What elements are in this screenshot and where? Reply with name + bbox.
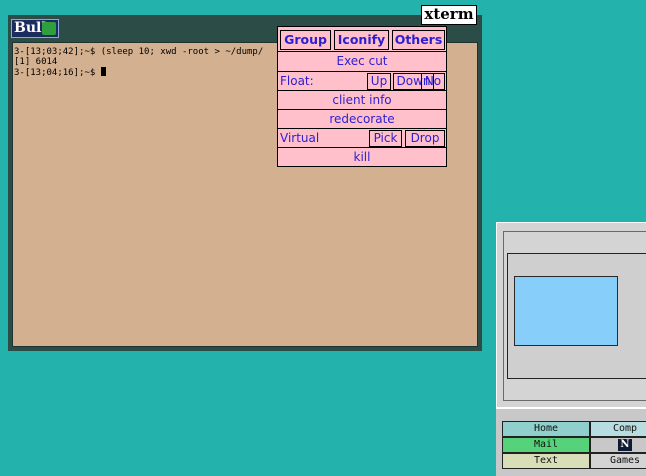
launcher-panel: Home Comp Mail N Text Games xyxy=(496,408,646,476)
comp-button[interactable]: Comp xyxy=(590,421,646,437)
window-title-label[interactable]: xterm xyxy=(421,5,477,25)
virtual-desktop-pager[interactable] xyxy=(496,222,646,408)
pager-desktop[interactable] xyxy=(507,253,646,379)
virtual-label: Virtual xyxy=(280,131,320,145)
terminal-prompt: 3-[13;04;16];~$ xyxy=(14,68,101,78)
netscape-icon: N xyxy=(618,439,632,451)
redecorate-item[interactable]: redecorate xyxy=(278,109,446,128)
client-info-label: client info xyxy=(332,93,392,107)
kill-label: kill xyxy=(353,150,371,164)
netscape-button[interactable]: N xyxy=(590,437,646,453)
bull-logo: Bull xyxy=(11,19,59,38)
iconify-button[interactable]: Iconify xyxy=(334,30,389,50)
group-button[interactable]: Group xyxy=(280,30,331,50)
float-label: Float: xyxy=(280,74,314,88)
text-button[interactable]: Text xyxy=(502,453,590,469)
virtual-row: Virtual Pick Drop xyxy=(278,128,446,147)
kill-item[interactable]: kill xyxy=(278,147,446,166)
others-button[interactable]: Others xyxy=(392,30,445,50)
pager-window-thumbnail[interactable] xyxy=(514,276,618,346)
exec-cut-item[interactable]: Exec cut xyxy=(278,52,446,71)
float-no-button[interactable]: No xyxy=(421,73,445,90)
mail-label: Mail xyxy=(533,439,559,450)
home-button[interactable]: Home xyxy=(502,421,590,437)
client-info-item[interactable]: client info xyxy=(278,90,446,109)
menu-header: Group Iconify Others xyxy=(278,27,446,52)
text-cursor xyxy=(100,67,106,76)
pick-button[interactable]: Pick xyxy=(369,130,402,147)
drop-button[interactable]: Drop xyxy=(405,130,445,147)
games-button[interactable]: Games xyxy=(590,453,646,469)
mail-button[interactable]: Mail xyxy=(502,437,590,453)
exec-cut-label: Exec cut xyxy=(336,54,388,68)
redecorate-label: redecorate xyxy=(329,112,395,126)
tree-icon xyxy=(42,22,56,35)
window-menu: Group Iconify Others Exec cut Float: Up … xyxy=(277,26,447,167)
float-up-button[interactable]: Up xyxy=(367,73,391,90)
float-row: Float: Up Down No xyxy=(278,71,446,90)
